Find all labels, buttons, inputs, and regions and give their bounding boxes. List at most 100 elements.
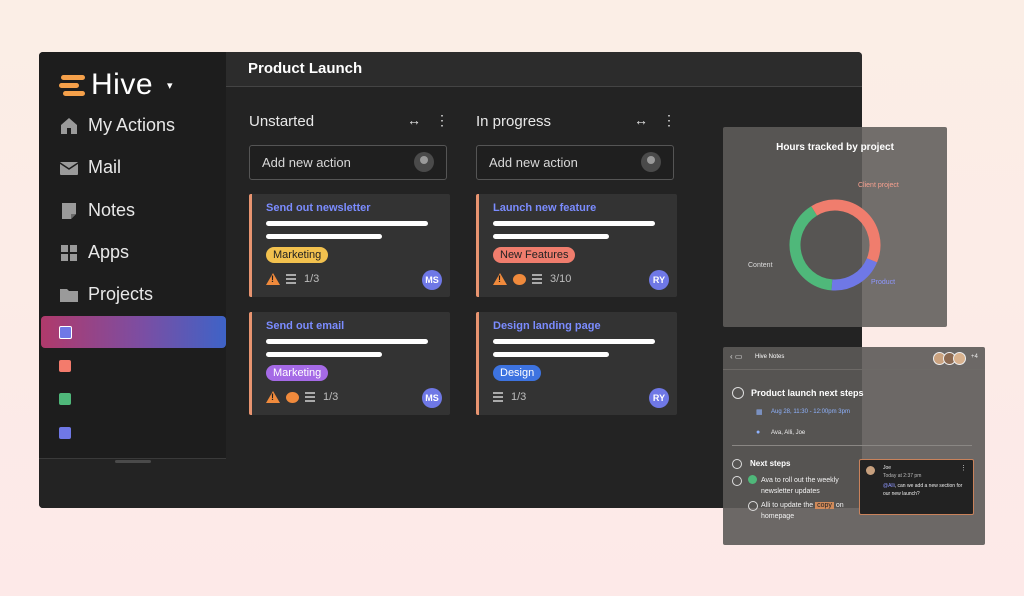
add-block-icon[interactable] xyxy=(732,459,742,469)
mail-icon xyxy=(59,161,79,175)
comment-author: Joe xyxy=(883,465,892,471)
description-line xyxy=(493,221,655,226)
subtask-count: 1/3 xyxy=(323,391,339,403)
add-block-icon[interactable] xyxy=(732,476,742,486)
sidebar-item-my-actions[interactable]: My Actions xyxy=(59,115,175,136)
card-title[interactable]: Launch new feature xyxy=(493,202,596,214)
project-color-icon xyxy=(59,427,71,439)
tag-badge[interactable]: Marketing xyxy=(266,247,329,263)
kebab-menu-icon[interactable]: ⋮ xyxy=(435,112,449,129)
description-line xyxy=(266,234,382,239)
comment-body: , can we add a new section for our new l… xyxy=(883,483,963,497)
collaborator-count[interactable]: +4 xyxy=(971,354,978,360)
divider xyxy=(732,445,972,446)
description-line xyxy=(493,352,609,357)
project-item[interactable] xyxy=(39,350,226,382)
description-line xyxy=(266,339,428,344)
description-line xyxy=(266,352,382,357)
people-icon: ● xyxy=(756,429,761,436)
mention[interactable]: @Alli xyxy=(883,483,895,489)
add-action-input[interactable]: Add new action xyxy=(476,145,674,180)
comment-text: @Alli, can we add a new section for our … xyxy=(883,482,967,498)
avatar[interactable]: RY xyxy=(649,388,669,408)
avatar[interactable]: MS xyxy=(422,270,442,290)
action-card[interactable]: Send out email Marketing 1/3 MS xyxy=(249,312,450,415)
checkbox-icon[interactable] xyxy=(748,501,758,511)
expand-icon[interactable]: ↔ xyxy=(407,112,421,129)
add-action-input[interactable]: Add new action xyxy=(249,145,447,180)
sidebar-item-label: My Actions xyxy=(88,115,176,135)
column-title: In progress xyxy=(476,113,552,130)
tag-badge[interactable]: Design xyxy=(493,365,542,381)
checklist-icon xyxy=(286,274,296,284)
chevron-down-icon[interactable]: ▾ xyxy=(167,79,173,92)
checkbox-checked-icon[interactable] xyxy=(748,475,757,484)
project-color-icon xyxy=(59,326,72,339)
card-title[interactable]: Design landing page xyxy=(493,320,601,332)
checklist-icon xyxy=(493,392,503,402)
legend-client-project: Client project xyxy=(858,182,899,189)
notes-app-name: Hive Notes xyxy=(755,354,785,360)
avatar[interactable]: RY xyxy=(649,270,669,290)
action-card[interactable]: Launch new feature New Features 3/10 RY xyxy=(476,194,677,297)
note-icon xyxy=(62,202,76,219)
project-item[interactable] xyxy=(41,316,226,348)
donut-chart xyxy=(789,199,881,291)
collapse-icon[interactable] xyxy=(732,387,744,399)
notes-panel: ‹ ▭ Hive Notes +4 Product launch next st… xyxy=(723,347,985,545)
action-card[interactable]: Design landing page Design 1/3 RY xyxy=(476,312,677,415)
back-icon[interactable]: ‹ ▭ xyxy=(730,352,742,361)
description-line xyxy=(493,234,609,239)
subtask-count: 3/10 xyxy=(550,273,572,285)
sidebar-item-apps[interactable]: Apps xyxy=(59,242,129,263)
card-title[interactable]: Send out newsletter xyxy=(266,202,371,214)
collaborator-avatars[interactable] xyxy=(933,352,966,365)
sidebar-footer xyxy=(39,458,226,508)
project-item[interactable] xyxy=(39,417,226,449)
task-text: newsletter updates xyxy=(761,488,820,495)
task-item[interactable]: Alli to update the copy on homepage xyxy=(761,500,844,522)
task-text: homepage xyxy=(761,513,795,520)
header: Product Launch xyxy=(226,52,862,87)
action-card[interactable]: Send out newsletter Marketing 1/3 MS xyxy=(249,194,450,297)
donut-slice-content[interactable] xyxy=(789,206,833,291)
sidebar-item-label: Apps xyxy=(88,242,130,262)
attendees: Ava, Alli, Joe xyxy=(771,430,806,436)
page-title: Product Launch xyxy=(248,60,363,77)
donut-slice-client-project[interactable] xyxy=(811,199,881,263)
task-item[interactable]: Ava to roll out the weekly newsletter up… xyxy=(761,475,839,497)
subtask-count: 1/3 xyxy=(511,391,527,403)
app-logo[interactable]: Hive ▾ xyxy=(59,68,173,102)
avatar[interactable]: MS xyxy=(422,388,442,408)
column-title: Unstarted xyxy=(249,113,315,130)
kebab-menu-icon[interactable]: ⋮ xyxy=(662,112,676,129)
tag-badge[interactable]: New Features xyxy=(493,247,576,263)
project-item[interactable] xyxy=(39,383,226,415)
app-name: Hive xyxy=(91,68,154,101)
warning-icon xyxy=(266,273,280,285)
hours-widget: Hours tracked by project Client project … xyxy=(723,127,947,327)
project-color-icon xyxy=(59,393,71,405)
notes-heading: Product launch next steps xyxy=(751,388,864,398)
comment-icon xyxy=(286,391,299,403)
card-title[interactable]: Send out email xyxy=(266,320,344,332)
meeting-date[interactable]: Aug 28, 11:30 - 12:00pm 3pm xyxy=(771,409,850,415)
tag-badge[interactable]: Marketing xyxy=(266,365,329,381)
comment-popover: Joe Today at 2:37 pm @Alli, can we add a… xyxy=(859,459,974,515)
resize-handle[interactable] xyxy=(115,460,151,463)
description-line xyxy=(266,221,428,226)
donut-slice-product[interactable] xyxy=(831,257,878,291)
comment-icon xyxy=(513,273,526,285)
warning-icon xyxy=(266,391,280,403)
sidebar-item-label: Notes xyxy=(88,200,136,220)
sidebar-item-projects[interactable]: Projects xyxy=(59,284,153,305)
grid-icon xyxy=(61,244,77,261)
add-action-placeholder: Add new action xyxy=(489,155,578,170)
sidebar-item-notes[interactable]: Notes xyxy=(59,200,135,221)
highlighted-text[interactable]: copy xyxy=(815,502,834,509)
assignee-icon[interactable] xyxy=(414,152,434,172)
sidebar-item-mail[interactable]: Mail xyxy=(59,157,121,178)
kebab-menu-icon[interactable]: ⋮ xyxy=(960,464,967,472)
assignee-icon[interactable] xyxy=(641,152,661,172)
expand-icon[interactable]: ↔ xyxy=(634,112,648,129)
